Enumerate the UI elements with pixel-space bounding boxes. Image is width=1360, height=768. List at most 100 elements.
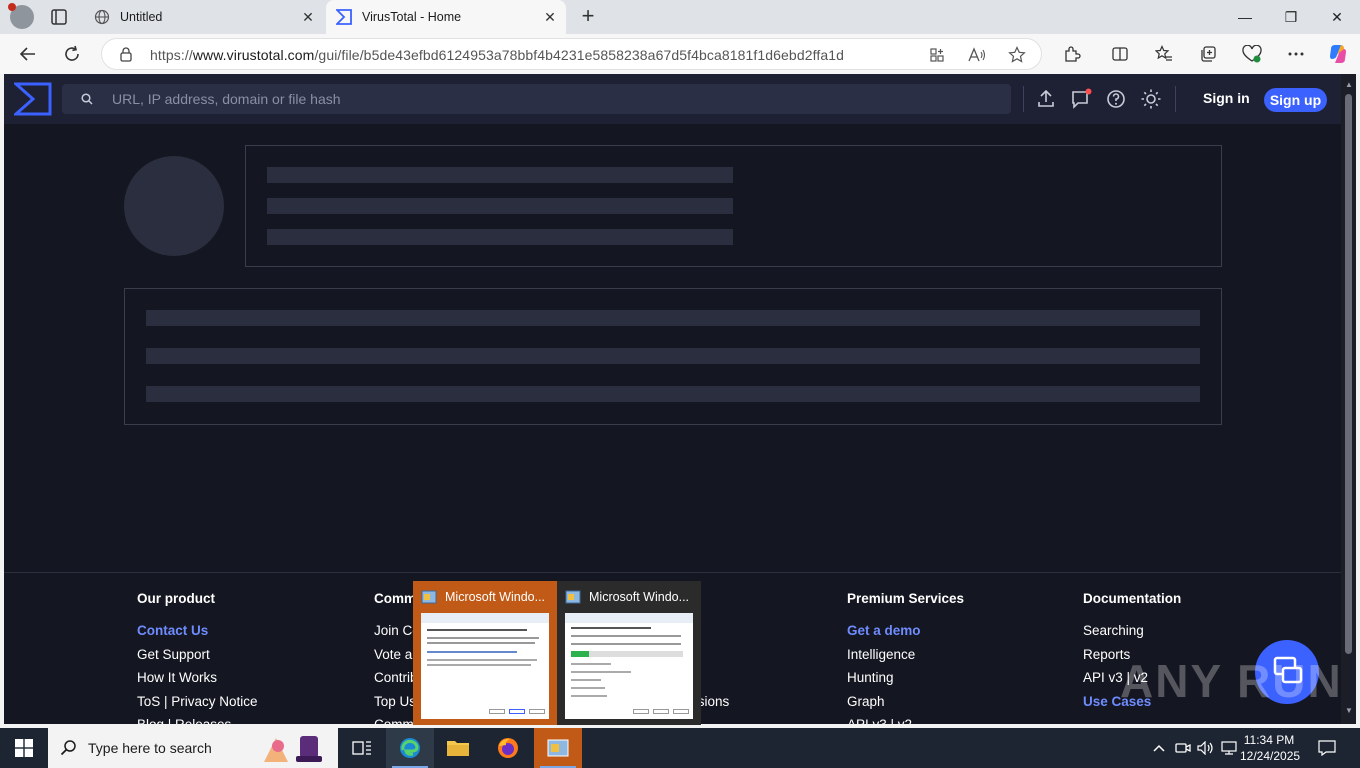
- footer-link[interactable]: How It Works: [137, 666, 258, 690]
- sign-up-button[interactable]: Sign up: [1264, 88, 1327, 112]
- footer-link[interactable]: ToS | Privacy Notice: [137, 690, 258, 714]
- skeleton-line: [267, 229, 733, 245]
- volume-icon[interactable]: [1197, 739, 1215, 757]
- skeleton-summary-card: [245, 145, 1222, 267]
- app-install-icon[interactable]: [928, 46, 946, 64]
- url-host: www.virustotal.com: [192, 47, 315, 63]
- footer-link[interactable]: Hunting: [847, 666, 964, 690]
- footer-link[interactable]: Intelligence: [847, 643, 964, 667]
- favorites-icon[interactable]: [1152, 42, 1176, 66]
- footer-column-heading: Premium Services: [847, 591, 965, 606]
- scroll-up-arrow-icon[interactable]: ▲: [1345, 80, 1353, 89]
- clock-time: 11:34 PM: [1243, 733, 1295, 747]
- vt-search-input[interactable]: URL, IP address, domain or file hash: [62, 84, 1011, 114]
- tab-untitled[interactable]: Untitled ✕: [84, 0, 324, 34]
- page-scrollbar[interactable]: ▲ ▼: [1341, 74, 1356, 724]
- taskbar-edge-app[interactable]: [386, 728, 434, 768]
- preview-title: Microsoft Windo...: [445, 590, 546, 604]
- meet-now-icon[interactable]: [1174, 739, 1192, 757]
- start-button[interactable]: [0, 728, 48, 768]
- footer-link[interactable]: Graph: [847, 690, 964, 714]
- close-window-button[interactable]: ✕: [1314, 0, 1360, 34]
- footer-link[interactable]: Contact Us: [137, 619, 258, 643]
- split-screen-icon[interactable]: [1108, 42, 1132, 66]
- taskbar-search-box[interactable]: Type here to search: [48, 728, 338, 768]
- help-icon[interactable]: [1105, 88, 1127, 110]
- task-view-button[interactable]: [338, 728, 386, 768]
- tab-title: VirusTotal - Home: [362, 10, 462, 24]
- url-scheme: https://: [150, 47, 193, 63]
- collections-icon[interactable]: [1196, 42, 1220, 66]
- task-view-icon: [352, 741, 371, 755]
- maximize-button[interactable]: ❐: [1268, 0, 1314, 34]
- virustotal-logo-icon[interactable]: [14, 82, 52, 116]
- extensions-icon[interactable]: [1060, 42, 1084, 66]
- windows-taskbar: Type here to search 11:34 PM 12/24/2025: [0, 728, 1360, 768]
- tab-title: Untitled: [120, 10, 163, 24]
- footer-link[interactable]: Searching: [1083, 619, 1181, 643]
- taskbar-preview-window-2[interactable]: Microsoft Windo...: [557, 581, 701, 725]
- footer-column-premium-services: Premium Services Get a demo Intelligence…: [847, 591, 964, 724]
- browser-essentials-icon[interactable]: [1240, 42, 1264, 66]
- search-placeholder: URL, IP address, domain or file hash: [112, 91, 341, 107]
- footer-link[interactable]: API v3 | v2: [847, 713, 964, 724]
- scroll-down-arrow-icon[interactable]: ▼: [1345, 706, 1353, 715]
- footer-link[interactable]: Blog | Releases: [137, 713, 258, 724]
- profile-avatar-icon[interactable]: [8, 3, 34, 29]
- footer-link[interactable]: Get Support: [137, 643, 258, 667]
- taskbar-file-explorer-app[interactable]: [434, 728, 482, 768]
- skeleton-line: [267, 167, 733, 183]
- firefox-icon: [498, 738, 518, 758]
- tab-close-icon[interactable]: ✕: [540, 7, 560, 27]
- virustotal-favicon-icon: [336, 9, 352, 25]
- vt-header: URL, IP address, domain or file hash Sig…: [4, 74, 1341, 124]
- taskbar-search-text: Type here to search: [88, 740, 212, 756]
- footer-link[interactable]: Get a demo: [847, 619, 964, 643]
- copilot-icon[interactable]: [1326, 42, 1350, 66]
- header-divider: [1023, 86, 1024, 112]
- tab-virustotal[interactable]: VirusTotal - Home ✕: [326, 0, 566, 34]
- skeleton-line: [146, 386, 1200, 402]
- theme-toggle-sun-icon[interactable]: [1140, 88, 1162, 110]
- upload-icon[interactable]: [1035, 88, 1057, 110]
- skeleton-line: [146, 348, 1200, 364]
- network-icon[interactable]: [1220, 739, 1238, 757]
- lock-icon[interactable]: [118, 46, 134, 62]
- footer-column-heading: Documentation: [1083, 591, 1182, 606]
- taskbar-installer-app[interactable]: [534, 728, 582, 768]
- taskbar-firefox-app[interactable]: [484, 728, 532, 768]
- installer-app-icon: [565, 590, 581, 604]
- address-bar[interactable]: https://www.virustotal.com/gui/file/b5de…: [101, 38, 1042, 70]
- header-divider: [1175, 86, 1176, 112]
- search-icon: [81, 93, 93, 105]
- windows-logo-icon: [15, 739, 33, 757]
- skeleton-details-card: [124, 288, 1222, 425]
- globe-icon: [94, 9, 110, 25]
- favorite-star-icon[interactable]: [1008, 46, 1026, 64]
- address-url[interactable]: https://www.virustotal.com/gui/file/b5de…: [150, 47, 844, 63]
- scrollbar-thumb[interactable]: [1345, 94, 1352, 654]
- system-clock[interactable]: 11:34 PM 12/24/2025: [1240, 732, 1301, 764]
- browser-toolbar: https://www.virustotal.com/gui/file/b5de…: [0, 34, 1360, 74]
- read-aloud-icon[interactable]: [968, 46, 986, 64]
- show-hidden-icons-chevron-icon[interactable]: [1150, 739, 1168, 757]
- installer-app-icon: [547, 739, 569, 757]
- taskbar-preview-window-1[interactable]: Microsoft Windo...: [413, 581, 557, 725]
- new-tab-button[interactable]: +: [577, 5, 599, 28]
- more-menu-icon[interactable]: [1284, 42, 1308, 66]
- sign-in-link[interactable]: Sign in: [1203, 90, 1250, 106]
- notifications-chat-icon[interactable]: [1070, 88, 1092, 110]
- minimize-button[interactable]: —: [1222, 0, 1268, 34]
- tab-actions-icon[interactable]: [50, 8, 68, 26]
- refresh-icon[interactable]: [60, 42, 84, 66]
- tab-close-icon[interactable]: ✕: [298, 7, 318, 27]
- folder-icon: [447, 741, 469, 756]
- preview-thumbnail: [565, 613, 693, 719]
- notification-center-icon[interactable]: [1318, 739, 1336, 757]
- back-icon[interactable]: [16, 42, 40, 66]
- skeleton-avatar: [124, 156, 224, 256]
- skeleton-line: [146, 310, 1200, 326]
- clock-date: 12/24/2025: [1240, 749, 1301, 763]
- skeleton-line: [267, 198, 733, 214]
- edge-browser-icon: [400, 738, 420, 758]
